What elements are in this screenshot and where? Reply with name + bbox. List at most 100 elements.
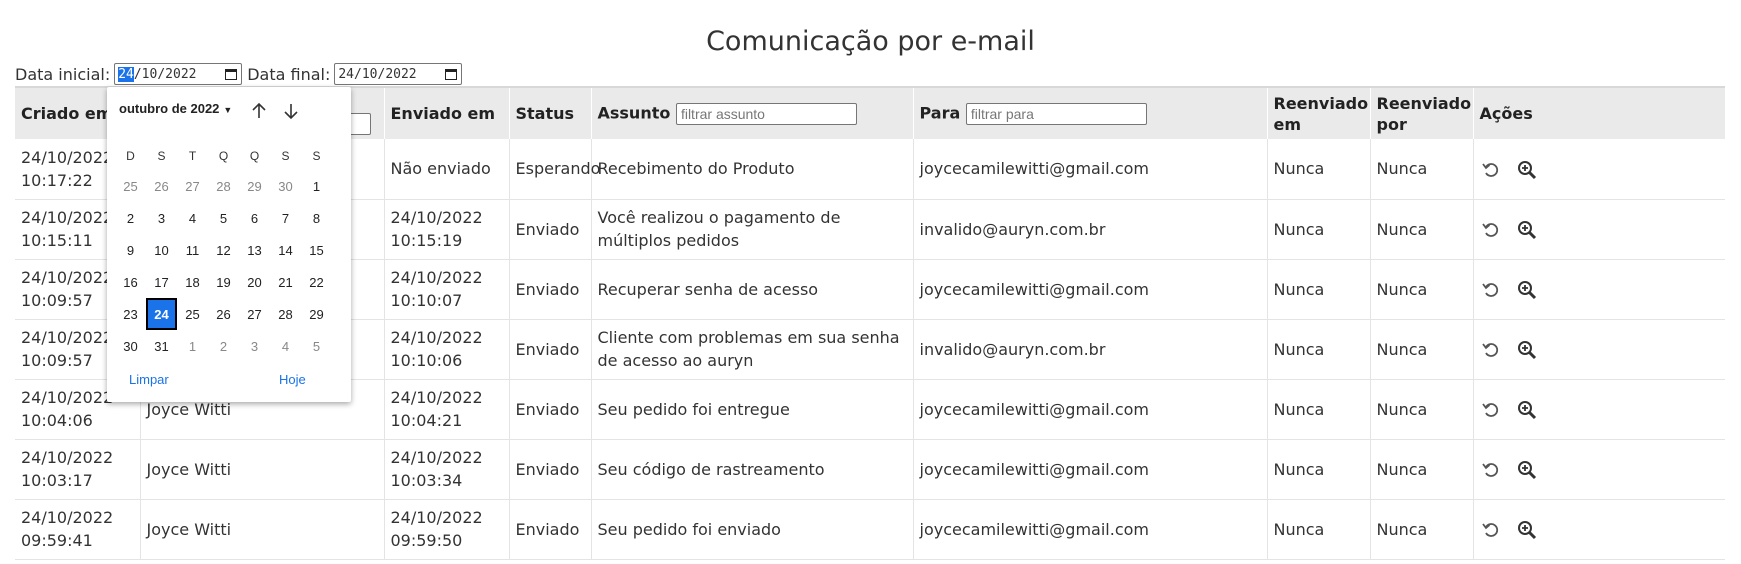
calendar-icon[interactable] [225, 68, 238, 80]
calendar-day[interactable]: 3 [239, 330, 270, 362]
calendar-day[interactable]: 1 [301, 170, 332, 202]
subject-filter-input[interactable] [675, 102, 857, 125]
calendar-day[interactable]: 13 [239, 234, 270, 266]
calendar-day[interactable]: 9 [115, 234, 146, 266]
calendar-day[interactable]: 10 [146, 234, 177, 266]
calendar-day[interactable]: 30 [115, 330, 146, 362]
calendar-day[interactable]: 16 [115, 266, 146, 298]
cell-actions [1472, 319, 1725, 380]
arrow-up-icon[interactable] [249, 101, 269, 121]
cell-resent-by: Nunca [1369, 259, 1473, 320]
col-subject-label[interactable]: Assunto [598, 103, 671, 122]
resend-icon[interactable] [1480, 519, 1502, 541]
today-button[interactable]: Hoje [279, 372, 306, 387]
calendar-day[interactable]: 26 [146, 170, 177, 202]
col-status[interactable]: Status [508, 86, 591, 139]
calendar-day[interactable]: 28 [208, 170, 239, 202]
zoom-in-icon[interactable] [1516, 399, 1538, 421]
calendar-day[interactable]: 6 [239, 202, 270, 234]
start-date-day-segment[interactable]: 24 [118, 66, 134, 82]
resend-icon[interactable] [1480, 159, 1502, 181]
calendar-day[interactable]: 21 [270, 266, 301, 298]
calendar-day[interactable]: 25 [177, 298, 208, 330]
calendar-day[interactable]: 3 [146, 202, 177, 234]
weekday-label: S [157, 149, 166, 163]
cell-resent-at: Nunca [1266, 139, 1370, 200]
zoom-in-icon[interactable] [1516, 339, 1538, 361]
calendar-day[interactable]: 2 [115, 202, 146, 234]
arrow-down-icon[interactable] [281, 101, 301, 121]
to-filter-input[interactable] [965, 102, 1147, 125]
calendar-day[interactable]: 14 [270, 234, 301, 266]
col-actions: Ações [1472, 86, 1725, 139]
weekday-label: T [188, 149, 197, 163]
calendar-day[interactable]: 17 [146, 266, 177, 298]
zoom-in-icon[interactable] [1516, 459, 1538, 481]
cell-status: Enviado [508, 319, 591, 380]
sent-date: 24/10/2022 [390, 328, 483, 347]
col-sent[interactable]: Enviado em [383, 86, 509, 139]
calendar-week: 25 26 27 28 29 30 1 [115, 170, 332, 202]
cell-to: joycecamilewitti@gmail.com [912, 379, 1267, 440]
resend-icon[interactable] [1480, 459, 1502, 481]
cell-subject: Recebimento do Produto [590, 139, 913, 200]
month-year-label: outubro de 2022 [119, 101, 220, 116]
cell-status: Enviado [508, 379, 591, 440]
end-date-input[interactable]: 24/10/2022 [334, 63, 463, 85]
start-date-label: Data inicial: [15, 64, 111, 84]
calendar-day-selected[interactable]: 24 [146, 298, 177, 330]
col-resent-by[interactable]: Reenviado por [1369, 86, 1473, 139]
calendar-day[interactable]: 18 [177, 266, 208, 298]
start-date-input[interactable]: 24/10/2022 [114, 63, 243, 85]
calendar-day[interactable]: 29 [301, 298, 332, 330]
zoom-in-icon[interactable] [1516, 519, 1538, 541]
zoom-in-icon[interactable] [1516, 279, 1538, 301]
weekday-label: S [281, 149, 290, 163]
calendar-day[interactable]: 20 [239, 266, 270, 298]
col-to-label[interactable]: Para [920, 103, 961, 122]
cell-subject: Recuperar senha de acesso [590, 259, 913, 320]
calendar-day[interactable]: 5 [208, 202, 239, 234]
cell-sent: 24/10/2022 10:15:19 [383, 199, 509, 260]
calendar-day[interactable]: 27 [239, 298, 270, 330]
cell-name: Joyce Witti [139, 499, 384, 560]
calendar-day[interactable]: 7 [270, 202, 301, 234]
cell-actions [1472, 499, 1725, 560]
calendar-day[interactable]: 8 [301, 202, 332, 234]
calendar-day[interactable]: 4 [177, 202, 208, 234]
month-year-select[interactable]: outubro de 2022 ▼ [119, 101, 232, 116]
sent-date: 24/10/2022 [390, 208, 483, 227]
calendar-day[interactable]: 12 [208, 234, 239, 266]
resend-icon[interactable] [1480, 339, 1502, 361]
calendar-day[interactable]: 27 [177, 170, 208, 202]
calendar-day[interactable]: 28 [270, 298, 301, 330]
clear-button[interactable]: Limpar [129, 372, 169, 387]
calendar-day[interactable]: 22 [301, 266, 332, 298]
sent-time: 10:10:07 [390, 291, 463, 310]
cell-status: Enviado [508, 259, 591, 320]
date-filters: Data inicial: 24/10/2022 Data final: 24/… [15, 62, 467, 86]
calendar-day[interactable]: 11 [177, 234, 208, 266]
calendar-day[interactable]: 5 [301, 330, 332, 362]
calendar-day[interactable]: 19 [208, 266, 239, 298]
calendar-day[interactable]: 4 [270, 330, 301, 362]
calendar-day[interactable]: 2 [208, 330, 239, 362]
zoom-in-icon[interactable] [1516, 219, 1538, 241]
col-resent-at[interactable]: Reenviado em [1266, 86, 1370, 139]
resend-icon[interactable] [1480, 399, 1502, 421]
calendar-icon[interactable] [445, 68, 458, 80]
resend-icon[interactable] [1480, 279, 1502, 301]
calendar-day[interactable]: 15 [301, 234, 332, 266]
zoom-in-icon[interactable] [1516, 159, 1538, 181]
cell-status: Enviado [508, 199, 591, 260]
calendar-day[interactable]: 25 [115, 170, 146, 202]
resend-icon[interactable] [1480, 219, 1502, 241]
cell-resent-at: Nunca [1266, 499, 1370, 560]
calendar-day[interactable]: 26 [208, 298, 239, 330]
calendar-day[interactable]: 1 [177, 330, 208, 362]
cell-created: 24/10/2022 10:03:17 [15, 439, 140, 500]
calendar-day[interactable]: 29 [239, 170, 270, 202]
calendar-day[interactable]: 23 [115, 298, 146, 330]
calendar-day[interactable]: 31 [146, 330, 177, 362]
calendar-day[interactable]: 30 [270, 170, 301, 202]
